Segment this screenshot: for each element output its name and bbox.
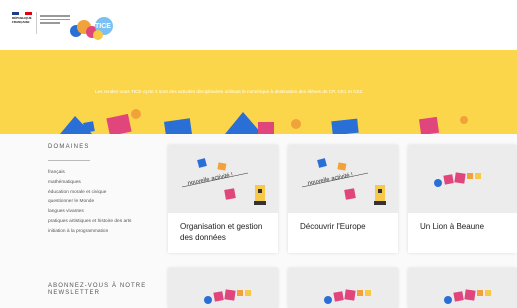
card-title: Découvrir l'Europe (300, 222, 366, 231)
card-thumbnail (168, 268, 278, 308)
activity-card[interactable] (408, 268, 517, 308)
domain-link-programmation[interactable]: initiation à la programmation (48, 229, 148, 235)
activity-card[interactable]: nouvelle activité ! Découvrir l'Europe (288, 145, 398, 253)
card-title: Un Lion à Beaune (420, 222, 485, 231)
domain-link-francais[interactable]: français (48, 170, 148, 176)
activity-card[interactable] (168, 268, 278, 308)
card-thumbnail (408, 145, 517, 213)
government-logo[interactable]: RÉPUBLIQUE FRANÇAISE (12, 12, 33, 34)
hero-banner: Les rendez-vous TICE cycle 2 sont des ac… (0, 50, 517, 134)
activity-card[interactable]: nouvelle activité ! Organisation et gest… (168, 145, 278, 253)
domain-link-education-morale[interactable]: éducation morale et civique (48, 190, 148, 196)
logo-divider (36, 12, 37, 34)
domains-list: français mathématiques éducation morale … (48, 170, 148, 239)
card-title: Organisation et gestion des données (180, 222, 263, 242)
card-thumbnail (288, 268, 398, 308)
card-thumbnail: nouvelle activité ! (168, 145, 278, 213)
domain-link-mathematiques[interactable]: mathématiques (48, 180, 148, 186)
domain-link-langues-vivantes[interactable]: langues vivantes (48, 209, 148, 215)
logo-text: TICE (95, 23, 111, 30)
site-logo[interactable]: TICE (68, 14, 118, 44)
card-thumbnail: nouvelle activité ! (288, 145, 398, 213)
new-activity-badge: nouvelle activité ! (307, 172, 354, 187)
activity-card[interactable] (288, 268, 398, 308)
banner-shapes (60, 109, 468, 134)
new-activity-badge: nouvelle activité ! (187, 172, 234, 187)
ministry-text (40, 15, 70, 26)
site-header: RÉPUBLIQUE FRANÇAISE TICE (0, 0, 517, 50)
sidebar: DOMAINES (48, 144, 158, 150)
domains-title: DOMAINES (48, 144, 90, 150)
card-thumbnail (408, 268, 517, 308)
activity-card[interactable]: Un Lion à Beaune (408, 145, 517, 253)
domains-divider (48, 160, 90, 161)
domain-link-questionner-le-monde[interactable]: questionner le Monde (48, 199, 148, 205)
newsletter-title[interactable]: ABONNEZ-VOUS À NOTRE NEWSLETTER (48, 283, 158, 297)
domain-link-pratiques-artistiques[interactable]: pratiques artistiques et histoire des ar… (48, 219, 148, 225)
